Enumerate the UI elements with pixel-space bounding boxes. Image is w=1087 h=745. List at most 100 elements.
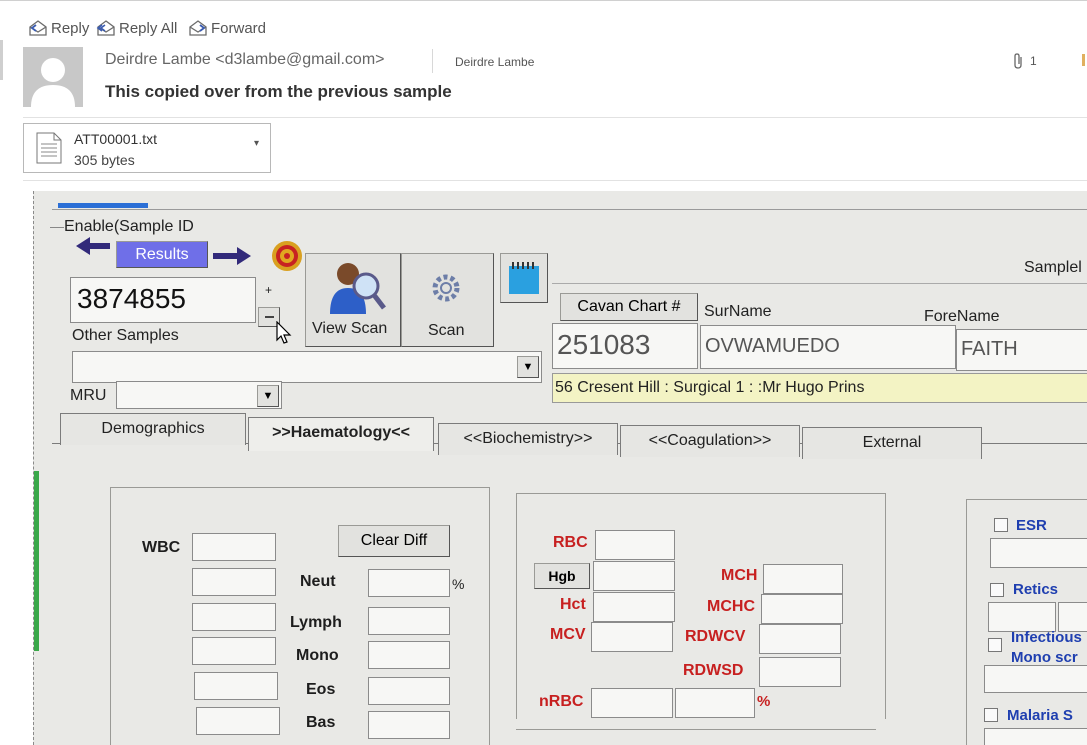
surname-field[interactable]: OVWAMUEDO bbox=[700, 325, 956, 369]
results-button[interactable]: Results bbox=[116, 241, 208, 268]
forward-button[interactable]: Forward bbox=[188, 17, 266, 39]
esr-checkbox[interactable] bbox=[994, 518, 1008, 532]
rdwcv-field[interactable] bbox=[759, 624, 841, 654]
forward-label: Forward bbox=[211, 19, 267, 37]
flag-edge bbox=[1082, 54, 1085, 66]
chart-no-label: Cavan Chart # bbox=[560, 293, 698, 321]
mono-abs-field[interactable] bbox=[192, 637, 276, 665]
lymph-label: Lymph bbox=[290, 614, 342, 631]
mchc-field[interactable] bbox=[761, 594, 843, 624]
top-border bbox=[0, 0, 1087, 1]
attachment-count: 1 bbox=[1030, 54, 1037, 68]
target-icon[interactable] bbox=[270, 239, 304, 273]
notepad-icon bbox=[509, 262, 539, 294]
surname-label: SurName bbox=[704, 303, 772, 320]
chevron-down-icon[interactable]: ▼ bbox=[517, 356, 539, 378]
esr-field[interactable] bbox=[990, 538, 1087, 568]
attachment-indicator: 1 bbox=[1012, 52, 1037, 70]
reply-all-button[interactable]: Reply All bbox=[96, 17, 177, 39]
attachment-size: 305 bytes bbox=[74, 152, 135, 168]
nrbc-abs-field[interactable] bbox=[591, 688, 673, 718]
chevron-down-icon[interactable]: ▼ bbox=[257, 385, 279, 407]
forename-label: ForeName bbox=[924, 308, 1000, 325]
infectious-mono-checkbox[interactable] bbox=[988, 638, 1002, 652]
reply-all-label: Reply All bbox=[119, 19, 178, 37]
tab-haematology[interactable]: >>Haematology<< bbox=[248, 417, 434, 451]
rdwcv-label: RDWCV bbox=[685, 628, 746, 645]
rdwsd-field[interactable] bbox=[759, 657, 841, 687]
increment-button[interactable]: + bbox=[265, 283, 272, 297]
lymph-pct-field[interactable] bbox=[368, 607, 450, 635]
scan-button[interactable]: Scan bbox=[401, 253, 494, 347]
lymph-abs-field[interactable] bbox=[192, 603, 276, 631]
attachment-card[interactable]: ATT00001.txt 305 bytes ▾ bbox=[23, 123, 271, 173]
view-scan-button[interactable]: View Scan bbox=[305, 253, 401, 347]
eos-abs-field[interactable] bbox=[194, 672, 278, 700]
body-separator bbox=[23, 180, 1087, 181]
retics-checkbox[interactable] bbox=[990, 583, 1004, 597]
mru-label: MRU bbox=[70, 387, 107, 404]
sender-name[interactable]: Deirdre Lambe <d3lambe@gmail.com> bbox=[105, 51, 384, 69]
bas-abs-field[interactable] bbox=[196, 707, 280, 735]
hgb-button[interactable]: Hgb bbox=[534, 563, 590, 589]
bas-pct-field[interactable] bbox=[368, 711, 450, 739]
malaria-label: Malaria S bbox=[1007, 707, 1073, 724]
nrbc-pct-field[interactable] bbox=[675, 688, 755, 718]
hct-field[interactable] bbox=[593, 592, 675, 622]
group-line bbox=[50, 227, 64, 228]
chevron-down-icon[interactable]: ▾ bbox=[254, 138, 259, 149]
arrow-left-icon[interactable] bbox=[74, 235, 112, 257]
rbc-label: RBC bbox=[553, 534, 588, 551]
chart-no-field[interactable]: 251083 bbox=[552, 323, 698, 369]
other-samples-dropdown[interactable]: ▼ bbox=[72, 351, 542, 383]
notepad-button[interactable] bbox=[500, 253, 548, 303]
text-file-icon bbox=[36, 132, 62, 164]
left-edge bbox=[0, 40, 3, 80]
arrow-right-icon[interactable] bbox=[211, 245, 253, 267]
mono-label: Mono bbox=[296, 647, 339, 664]
mcv-field[interactable] bbox=[591, 622, 673, 652]
tab-biochemistry[interactable]: <<Biochemistry>> bbox=[438, 423, 618, 455]
forename-field[interactable]: FAITH bbox=[956, 329, 1087, 371]
neut-abs-field[interactable] bbox=[192, 568, 276, 596]
view-scan-label: View Scan bbox=[312, 320, 388, 337]
reply-button[interactable]: Reply bbox=[28, 17, 89, 39]
mch-field[interactable] bbox=[763, 564, 843, 594]
mono-screen-label: Mono scr bbox=[1011, 649, 1078, 666]
hgb-field[interactable] bbox=[593, 561, 675, 591]
sample-id-field[interactable]: 3874855 bbox=[70, 277, 256, 323]
neut-label: Neut bbox=[300, 573, 336, 590]
infectious-label: Infectious bbox=[1011, 629, 1082, 646]
paperclip-icon bbox=[1014, 53, 1022, 69]
malaria-field[interactable] bbox=[984, 728, 1087, 745]
tab-demographics[interactable]: Demographics bbox=[60, 413, 246, 445]
retics-pct-field[interactable] bbox=[1058, 602, 1087, 632]
mono-pct-field[interactable] bbox=[368, 641, 450, 669]
attachment-name: ATT00001.txt bbox=[74, 131, 158, 147]
retics-field[interactable] bbox=[988, 602, 1056, 632]
header-divider bbox=[432, 49, 433, 73]
green-edge bbox=[34, 471, 39, 651]
rbc-field[interactable] bbox=[595, 530, 675, 560]
location-field: 56 Cresent Hill : Surgical 1 : :Mr Hugo … bbox=[552, 373, 1087, 403]
hct-label: Hct bbox=[560, 596, 586, 613]
mru-dropdown[interactable]: ▼ bbox=[116, 381, 282, 409]
tab-external[interactable]: External bbox=[802, 427, 982, 459]
retics-label: Retics bbox=[1013, 581, 1059, 598]
eos-label: Eos bbox=[306, 681, 336, 698]
wbc-label: WBC bbox=[142, 539, 181, 556]
mch-label: MCH bbox=[721, 567, 758, 584]
malaria-checkbox[interactable] bbox=[984, 708, 998, 722]
person-magnifier-icon bbox=[330, 263, 386, 314]
person-silhouette-icon bbox=[31, 58, 75, 107]
mono-screen-field[interactable] bbox=[984, 665, 1087, 693]
clear-diff-button[interactable]: Clear Diff bbox=[338, 525, 450, 557]
reply-icon bbox=[29, 20, 47, 36]
reply-all-icon bbox=[96, 20, 115, 36]
progress-strip bbox=[58, 203, 148, 208]
wbc-field[interactable] bbox=[192, 533, 276, 561]
tab-coagulation[interactable]: <<Coagulation>> bbox=[620, 425, 800, 457]
neut-percent: % bbox=[452, 576, 465, 592]
eos-pct-field[interactable] bbox=[368, 677, 450, 705]
neut-pct-field[interactable] bbox=[368, 569, 450, 597]
